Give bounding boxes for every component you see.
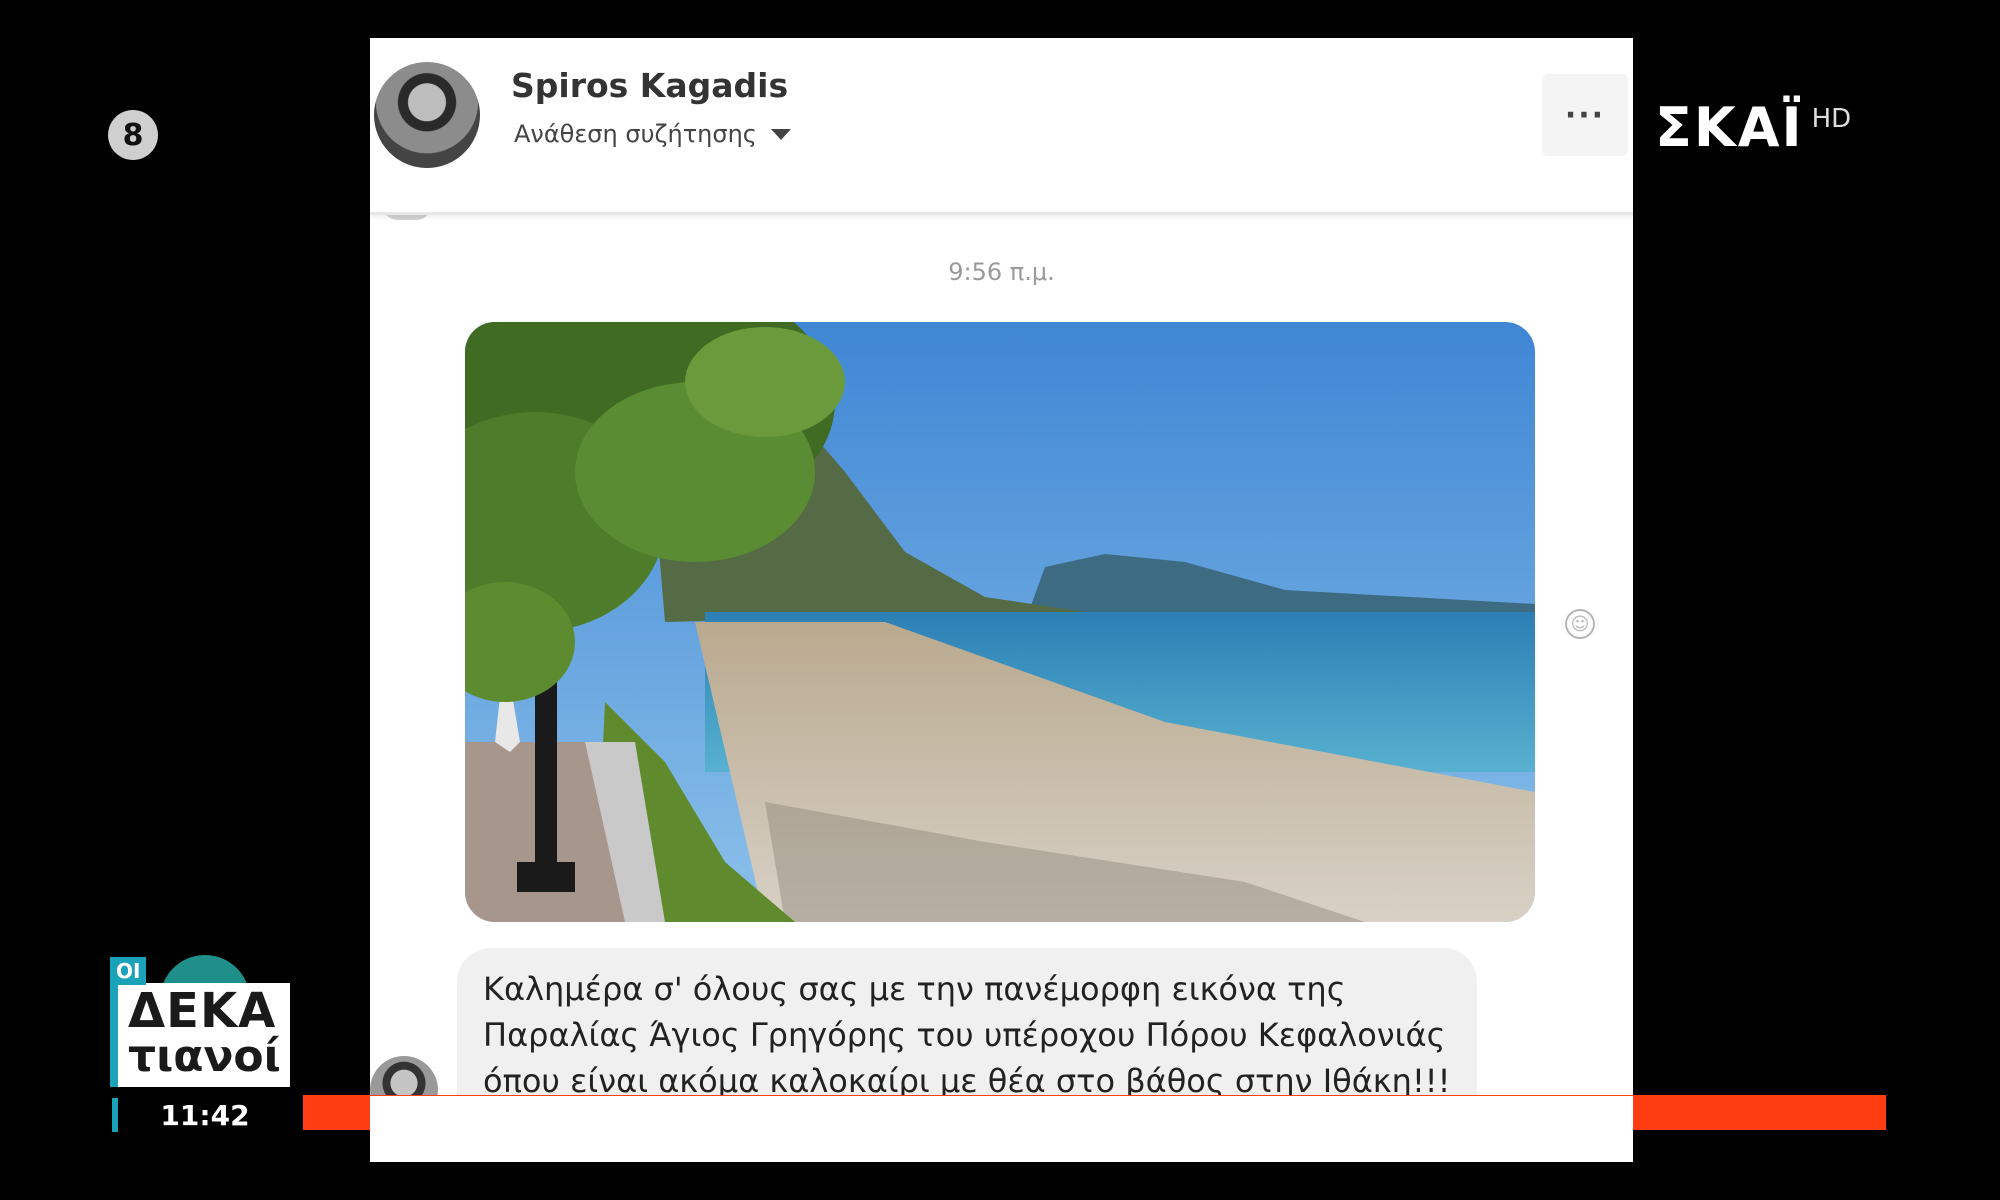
show-logo-line1: ΔΕΚΑ	[128, 983, 277, 1039]
message-text-line-1: Καλημέρα σ' όλους σας με την πανέμορφη ε…	[483, 970, 1346, 1008]
channel-logo: ΣΚΑΪ HD	[1655, 100, 1851, 156]
message-text-line-2: Παραλίας Άγιος Γρηγόρης του υπέροχου Πόρ…	[483, 1016, 1446, 1054]
show-logo-small: ΟΙ	[110, 957, 147, 985]
contact-avatar[interactable]	[374, 62, 480, 168]
channel-hd-label: HD	[1811, 104, 1852, 134]
show-logo: ΔΕΚΑ τιανοί ΟΙ	[110, 955, 292, 1087]
react-emoji-button[interactable]: ☺	[1565, 609, 1595, 639]
contact-name[interactable]: Spiros Kagadis	[511, 66, 788, 105]
broadcast-clock: 11:42	[112, 1098, 292, 1132]
channel-name: ΣΚΑΪ	[1655, 96, 1804, 159]
chat-header: Spiros Kagadis Ανάθεση συζήτησης ···	[370, 38, 1633, 215]
beach-photo-image	[465, 322, 1535, 922]
message-timestamp: 9:56 π.μ.	[948, 258, 1055, 286]
assign-conversation-dropdown[interactable]: Ανάθεση συζήτησης	[514, 120, 791, 148]
assign-conversation-label: Ανάθεση συζήτησης	[514, 120, 757, 148]
chat-window: Spiros Kagadis Ανάθεση συζήτησης ··· 9:5…	[370, 38, 1633, 1162]
card-bottom-strip	[370, 1096, 1633, 1162]
more-options-button[interactable]: ···	[1542, 74, 1628, 156]
caret-down-icon	[770, 128, 791, 140]
rating-badge: 8	[108, 110, 158, 160]
show-logo-line2: τιανοί	[128, 1031, 281, 1082]
show-logo-box: ΔΕΚΑ τιανοί	[110, 983, 290, 1087]
beach-photo[interactable]	[465, 322, 1535, 922]
